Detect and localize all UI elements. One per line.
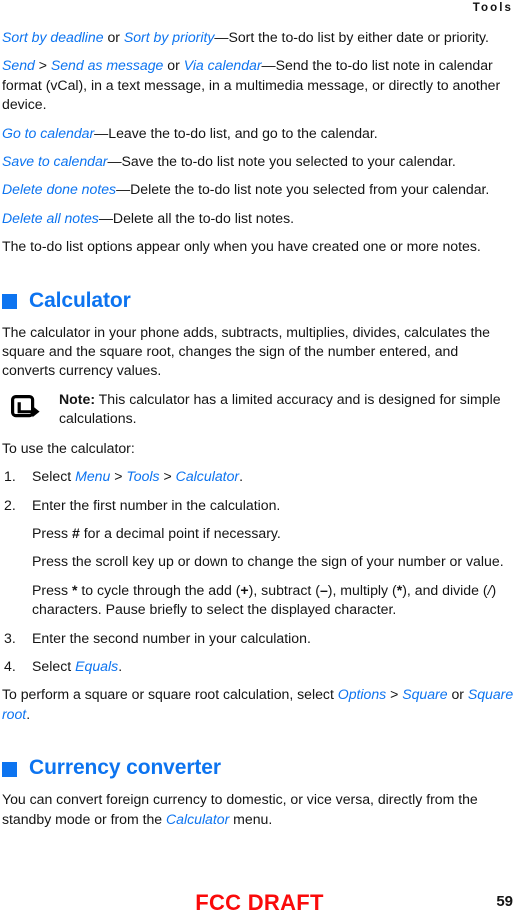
substep-decimal-point: Press # for a decimal point if necessary… — [32, 524, 515, 543]
option-term-via-calendar: Via calendar — [183, 57, 262, 74]
step-text-after: . — [118, 657, 123, 674]
option-description: —Delete the to-do list note you selected… — [116, 181, 490, 198]
closing-part: or — [447, 686, 468, 703]
substep-key-hash: # — [71, 524, 80, 541]
section-heading-label: Calculator — [29, 288, 131, 312]
closing-link-options[interactable]: Options — [338, 686, 386, 702]
page-number: 59 — [496, 893, 513, 910]
calculator-closing-paragraph: To perform a square or square root calcu… — [2, 685, 515, 724]
substep-part: ), and divide ( — [402, 581, 488, 598]
option-term-save-to-calendar: Save to calendar — [2, 153, 108, 170]
note-body: This calculator has a limited accuracy a… — [59, 390, 501, 427]
option-item-delete-done-notes: Delete done notes—Delete the to-do list … — [2, 180, 515, 199]
step-item-4: 4. Select Equals. — [2, 657, 515, 676]
option-item-send: Send > Send as message or Via calendar—S… — [2, 56, 515, 114]
calculator-steps-list: 1. Select Menu > Tools > Calculator. 2. En… — [2, 467, 515, 676]
option-term-send: Send — [2, 57, 35, 74]
option-item-go-to-calendar: Go to calendar—Leave the to-do list, and… — [2, 124, 515, 143]
currency-link-calculator[interactable]: Calculator — [166, 811, 229, 827]
closing-separator: > — [386, 686, 403, 703]
section-heading-currency-converter: Currency converter — [2, 755, 515, 781]
option-description: —Sort the to-do list by either date or p… — [214, 29, 489, 45]
closing-link-square[interactable]: Square — [402, 686, 447, 702]
option-description: —Delete all the to-do list notes. — [98, 209, 295, 226]
step-text-after: . — [239, 468, 244, 485]
step-text: Enter the second number in your calculat… — [32, 629, 311, 646]
note-label: Note: — [59, 390, 96, 407]
substep-operator-cycle: Press * to cycle through the add (+), su… — [32, 581, 515, 620]
step-link-tools[interactable]: Tools — [126, 468, 159, 484]
option-term-send-as-message: Send as message — [50, 57, 164, 74]
substep-part: ), subtract ( — [248, 581, 320, 598]
substep-part: for a decimal point if necessary. — [79, 524, 281, 541]
step-number: 2. — [4, 496, 16, 513]
closing-part: To perform a square or square root calcu… — [2, 686, 338, 703]
step-separator: > — [110, 468, 127, 485]
options-closing-paragraph: The to-do list options appear only when … — [2, 238, 481, 255]
option-description: —Save the to-do list note you selected t… — [107, 153, 456, 170]
step-link-equals[interactable]: Equals — [75, 658, 118, 674]
note-arrow-icon — [11, 394, 41, 420]
option-term-sort-by-deadline: Sort by deadline — [2, 29, 104, 45]
draft-watermark: FCC DRAFT — [195, 890, 324, 915]
option-term-go-to-calendar: Go to calendar — [2, 124, 95, 141]
option-connector: or — [103, 29, 124, 45]
closing-part: . — [26, 705, 31, 722]
option-term-delete-done-notes: Delete done notes — [2, 181, 117, 198]
step-text: Enter the first number in the calculatio… — [32, 496, 281, 513]
step-number: 4. — [4, 657, 16, 674]
step-item-3: 3. Enter the second number in your calcul… — [2, 629, 515, 648]
substep-scroll-key: Press the scroll key up or down to chang… — [32, 553, 504, 570]
section-heading-calculator: Calculator — [2, 288, 515, 314]
option-term-sort-by-priority: Sort by priority — [123, 29, 215, 45]
option-item-delete-all-notes: Delete all notes—Delete all the to-do li… — [2, 209, 515, 228]
step-link-menu[interactable]: Menu — [75, 468, 110, 484]
step-number: 3. — [4, 629, 16, 646]
square-bullet-icon — [2, 761, 17, 777]
calculator-lead-in: To use the calculator: — [2, 439, 135, 456]
step-text-before: Select — [32, 657, 76, 674]
step-item-1: 1. Select Menu > Tools > Calculator. — [2, 467, 515, 486]
step-link-calculator[interactable]: Calculator — [176, 468, 239, 484]
document-page: Tools Sort by deadline or Sort by priori… — [0, 0, 519, 916]
substep-part: ), multiply ( — [327, 581, 397, 598]
option-item-sort: Sort by deadline or Sort by priority—Sor… — [2, 28, 515, 47]
running-header-title: Tools — [472, 2, 513, 14]
step-number: 1. — [4, 468, 16, 485]
operator-minus: – — [319, 581, 328, 598]
option-description: —Leave the to-do list, and go to the cal… — [94, 124, 378, 141]
note-text: Note: This calculator has a limited accu… — [59, 390, 515, 429]
option-item-save-to-calendar: Save to calendar—Save the to-do list not… — [2, 152, 515, 171]
currency-part: menu. — [229, 810, 273, 827]
substep-part: to cycle through the add ( — [77, 581, 241, 598]
option-term-delete-all-notes: Delete all notes — [2, 209, 99, 226]
step-item-2: 2. Enter the first number in the calculat… — [2, 496, 515, 515]
note-callout: Note: This calculator has a limited accu… — [2, 390, 515, 429]
square-bullet-icon — [2, 294, 17, 310]
option-connector: or — [163, 57, 184, 74]
operator-plus: + — [240, 581, 249, 598]
calculator-intro-paragraph: The calculator in your phone adds, subtr… — [2, 323, 491, 379]
option-separator-gt: > — [34, 57, 51, 74]
page-content: Sort by deadline or Sort by priority—Sor… — [2, 28, 515, 838]
section-heading-label: Currency converter — [29, 756, 221, 780]
currency-intro-paragraph: You can convert foreign currency to dome… — [2, 790, 515, 829]
substep-part: Press — [32, 581, 72, 598]
step-separator: > — [159, 468, 176, 485]
page-footer: FCC DRAFT 59 — [0, 882, 519, 916]
substep-part: Press — [32, 524, 72, 541]
step-text-before: Select — [32, 468, 76, 485]
